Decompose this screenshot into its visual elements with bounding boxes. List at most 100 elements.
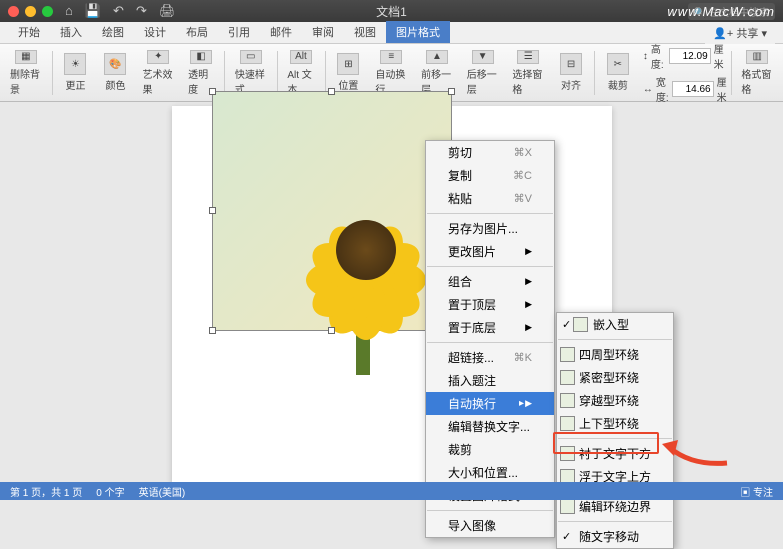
- menu-group[interactable]: 组合▶: [426, 270, 554, 293]
- word-count[interactable]: 0 个字: [96, 484, 124, 499]
- tab-design[interactable]: 设计: [134, 21, 176, 43]
- resize-handle-sw[interactable]: [209, 327, 216, 334]
- menu-bring-front[interactable]: 置于顶层▶: [426, 293, 554, 316]
- selection-pane-button[interactable]: ☰选择窗格: [506, 48, 550, 98]
- tab-draw[interactable]: 绘图: [92, 21, 134, 43]
- tab-references[interactable]: 引用: [218, 21, 260, 43]
- forward-icon: ▲: [426, 50, 448, 64]
- crop-icon: ✂: [607, 53, 629, 75]
- tab-view[interactable]: 视图: [344, 21, 386, 43]
- position-icon: ⊞: [337, 53, 359, 75]
- width-field: ↔ 宽度: 厘米: [643, 74, 727, 104]
- corrections-button[interactable]: ☀更正: [56, 48, 94, 98]
- context-menu: 剪切⌘X 复制⌘C 粘贴⌘V 另存为图片... 更改图片▶ 组合▶ 置于顶层▶ …: [425, 140, 555, 538]
- wrap-icon: ≡: [380, 50, 402, 64]
- language-indicator[interactable]: 英语(美国): [139, 484, 186, 499]
- crop-button[interactable]: ✂裁剪: [599, 48, 637, 98]
- wrap-through[interactable]: 穿越型环绕: [557, 389, 673, 412]
- alt-text-icon: Alt: [290, 50, 312, 64]
- remove-bg-icon: ▦: [15, 50, 37, 64]
- window-controls: [8, 6, 53, 17]
- position-button[interactable]: ⊞位置: [329, 48, 367, 98]
- transparency-icon: ◧: [190, 50, 212, 64]
- save-icon[interactable]: 💾: [85, 3, 101, 19]
- maximize-window-button[interactable]: [42, 6, 53, 17]
- page-indicator[interactable]: 第 1 页，共 1 页: [10, 484, 82, 499]
- menu-hyperlink[interactable]: 超链接...⌘K: [426, 346, 554, 369]
- wrap-behind-icon: [560, 446, 575, 461]
- color-icon: 🎨: [104, 53, 126, 75]
- tab-review[interactable]: 审阅: [302, 21, 344, 43]
- quick-access-toolbar: ⌂ 💾 ↶ ↷ 🖨: [65, 3, 175, 19]
- tab-layout[interactable]: 布局: [176, 21, 218, 43]
- menu-paste[interactable]: 粘贴⌘V: [426, 187, 554, 210]
- wrap-move-with-text[interactable]: ✓随文字移动: [557, 525, 673, 548]
- menu-insert-caption[interactable]: 插入题注: [426, 369, 554, 392]
- wrap-tight[interactable]: 紧密型环绕: [557, 366, 673, 389]
- wrap-through-icon: [560, 393, 575, 408]
- wrap-tight-icon: [560, 370, 575, 385]
- home-icon[interactable]: ⌂: [65, 3, 73, 19]
- menu-import-image[interactable]: 导入图像: [426, 514, 554, 537]
- watermark-text: www.MacW.com: [667, 4, 775, 19]
- close-window-button[interactable]: [8, 6, 19, 17]
- wrap-topbottom-icon: [560, 416, 575, 431]
- remove-background-button[interactable]: ▦删除背景: [4, 48, 48, 98]
- wrap-edit-icon: [560, 499, 575, 514]
- menu-copy[interactable]: 复制⌘C: [426, 164, 554, 187]
- send-backward-button[interactable]: ▼后移一层: [461, 48, 505, 98]
- tab-picture-format[interactable]: 图片格式: [386, 21, 450, 43]
- color-button[interactable]: 🎨颜色: [96, 48, 134, 98]
- width-input[interactable]: [672, 81, 714, 97]
- menu-change-picture[interactable]: 更改图片▶: [426, 240, 554, 263]
- undo-icon[interactable]: ↶: [113, 3, 124, 19]
- wrap-inline-icon: [573, 317, 588, 332]
- focus-mode-button[interactable]: ▣ 专注: [740, 484, 773, 499]
- check-icon: ✓: [562, 318, 571, 331]
- height-field: ↕ 高度: 厘米: [643, 41, 727, 71]
- artistic-effects-button[interactable]: ✦艺术效果: [136, 48, 180, 98]
- backward-icon: ▼: [472, 50, 494, 64]
- menu-wrap-text[interactable]: 自动换行▸▶: [426, 392, 554, 415]
- wrap-top-bottom[interactable]: 上下型环绕: [557, 412, 673, 435]
- sunflower-image-content: [296, 180, 436, 320]
- tab-home[interactable]: 开始: [8, 21, 50, 43]
- wrap-square-icon: [560, 347, 575, 362]
- format-pane-button[interactable]: ▥格式窗格: [735, 48, 779, 98]
- wrap-inline[interactable]: ✓嵌入型: [557, 313, 673, 336]
- height-icon: ↕: [643, 51, 648, 62]
- redo-icon[interactable]: ↷: [136, 3, 147, 19]
- menu-save-as-picture[interactable]: 另存为图片...: [426, 217, 554, 240]
- quick-styles-icon: ▭: [240, 50, 262, 64]
- document-title: 文档1: [376, 3, 407, 20]
- selected-image[interactable]: [212, 91, 452, 331]
- resize-handle-s[interactable]: [328, 327, 335, 334]
- height-input[interactable]: [669, 48, 711, 64]
- resize-handle-n[interactable]: [328, 88, 335, 95]
- wrap-text-button[interactable]: ≡自动换行: [369, 48, 413, 98]
- menu-size-position[interactable]: 大小和位置...: [426, 461, 554, 484]
- menu-edit-alt-text[interactable]: 编辑替换文字...: [426, 415, 554, 438]
- share-button[interactable]: 👤+ 共享 ▾: [705, 22, 775, 44]
- tab-mailings[interactable]: 邮件: [260, 21, 302, 43]
- menu-cut[interactable]: 剪切⌘X: [426, 141, 554, 164]
- wrap-submenu: ✓嵌入型 四周型环绕 紧密型环绕 穿越型环绕 上下型环绕 衬于文字下方 浮于文字…: [556, 312, 674, 549]
- wrap-behind-text[interactable]: 衬于文字下方: [557, 442, 673, 465]
- quick-styles-button[interactable]: ▭快速样式: [229, 48, 273, 98]
- print-icon[interactable]: 🖨: [159, 3, 176, 19]
- menu-send-back[interactable]: 置于底层▶: [426, 316, 554, 339]
- resize-handle-nw[interactable]: [209, 88, 216, 95]
- wrap-square[interactable]: 四周型环绕: [557, 343, 673, 366]
- minimize-window-button[interactable]: [25, 6, 36, 17]
- statusbar: 第 1 页，共 1 页 0 个字 英语(美国) ▣ 专注: [0, 482, 783, 500]
- check-icon: ✓: [562, 530, 571, 543]
- tab-insert[interactable]: 插入: [50, 21, 92, 43]
- align-icon: ⊟: [560, 53, 582, 75]
- align-button[interactable]: ⊟对齐: [552, 48, 590, 98]
- resize-handle-w[interactable]: [209, 207, 216, 214]
- selection-pane-icon: ☰: [517, 50, 539, 64]
- resize-handle-ne[interactable]: [448, 88, 455, 95]
- titlebar: ⌂ 💾 ↶ ↷ 🖨 文档1 🔍 在文档中搜索 www.MacW.com: [0, 0, 783, 22]
- alt-text-button[interactable]: AltAlt 文本: [281, 48, 320, 98]
- menu-crop[interactable]: 裁剪: [426, 438, 554, 461]
